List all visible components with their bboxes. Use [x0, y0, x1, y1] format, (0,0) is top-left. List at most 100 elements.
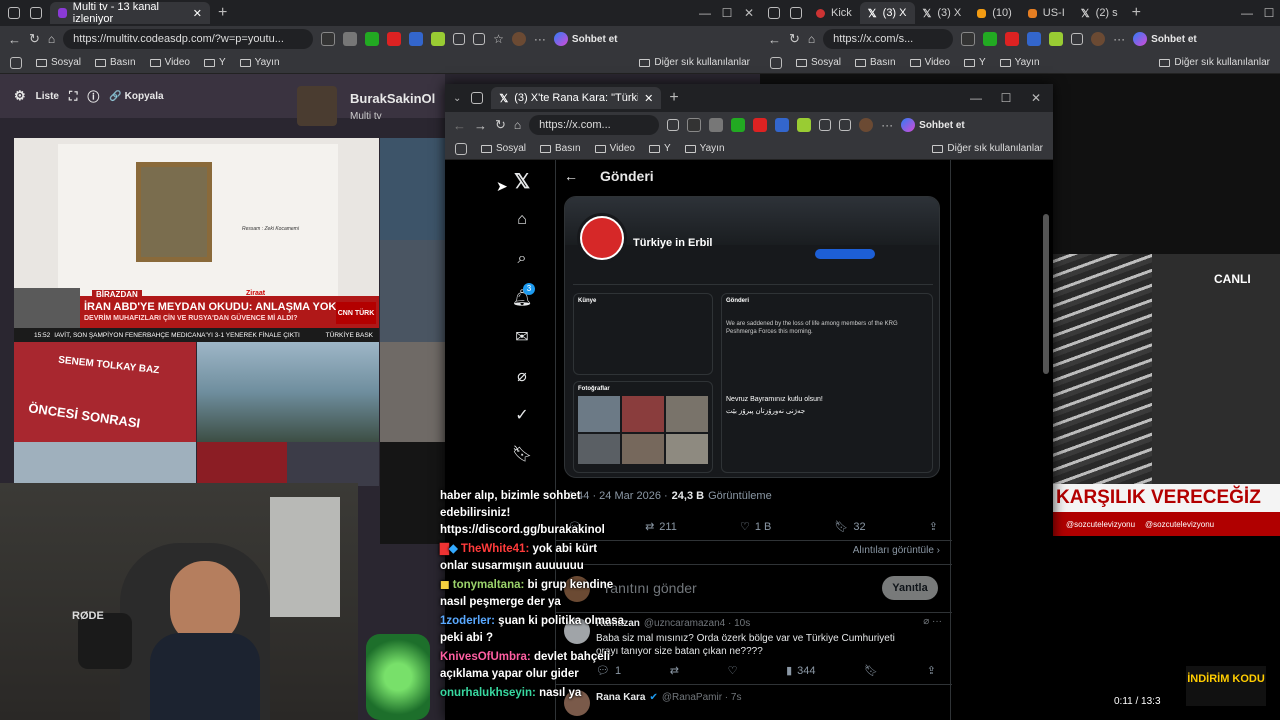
tab-list-icon[interactable]: ⌄ [453, 93, 461, 104]
workspaces-icon[interactable] [768, 7, 780, 19]
bookmark-folder[interactable]: Sosyal [796, 57, 841, 68]
new-tab-icon[interactable]: + [669, 89, 678, 107]
tv-tile-news[interactable] [380, 240, 445, 342]
view-quotes-link[interactable]: Alıntıları görüntüle › [853, 545, 940, 556]
extension-4-icon[interactable] [1027, 32, 1042, 46]
maximize-icon[interactable]: ☐ [995, 91, 1017, 105]
reply-button[interactable]: Yanıtla [882, 576, 938, 600]
tab-actions-icon[interactable] [30, 7, 42, 19]
back-icon[interactable]: ← [768, 32, 781, 47]
home-icon[interactable]: ⌂ [48, 32, 55, 46]
maximize-icon[interactable]: ☐ [1258, 6, 1280, 20]
copilot-button[interactable]: Sohbet et [553, 32, 617, 46]
forward-icon[interactable]: → [474, 118, 487, 133]
home-icon[interactable]: ⌂ [514, 118, 521, 132]
tab-x-2[interactable]: 𝕏 (3) X [915, 2, 970, 24]
profile-avatar[interactable] [1091, 32, 1106, 46]
tv-tile-interview[interactable] [287, 442, 379, 486]
views-action[interactable]: ▮ 344 [786, 664, 815, 678]
search-nav-icon[interactable]: ⌕ [511, 248, 533, 270]
reload-icon[interactable]: ↻ [495, 117, 506, 133]
sozcu-video[interactable]: CANLI KARŞILIK VERECEĞİZ @sozcutelevizyo… [1052, 254, 1280, 720]
extension-4-icon[interactable] [387, 32, 402, 46]
extension-5-icon[interactable] [409, 32, 424, 46]
copilot-button[interactable]: Sohbet et [901, 118, 965, 132]
copilot-button[interactable]: Sohbet et [1133, 32, 1197, 46]
back-icon[interactable]: ← [453, 118, 466, 133]
tv-tile-ntv[interactable] [380, 138, 445, 240]
bookmark-folder[interactable]: Yayın [999, 57, 1040, 68]
share-action[interactable]: ⇪ [929, 520, 938, 533]
chat-username[interactable]: tonymaltana: [453, 579, 525, 591]
bookmarks-menu-icon[interactable] [770, 56, 782, 69]
tab-actions-icon[interactable] [790, 7, 802, 19]
profile-avatar[interactable] [511, 32, 526, 46]
bookmark-action[interactable]: 🔖︎ 32 [834, 520, 865, 534]
verified-nav-icon[interactable]: ✓ [511, 404, 533, 426]
tab-multitv[interactable]: Multi tv - 13 kanal izleniyor ✕ [50, 1, 210, 25]
post-image[interactable]: Türkiye in Erbil Künye Gönderi We are sa… [564, 196, 940, 478]
bookmark-folder[interactable]: Y [964, 57, 986, 68]
share-action[interactable]: ⇪ [927, 664, 936, 677]
bookmark-folder[interactable]: Yayın [239, 57, 280, 68]
bookmark-folder[interactable]: Sosyal [36, 57, 81, 68]
tab-x-3[interactable]: 𝕏 (2) s [1073, 2, 1126, 24]
tv-tile-program[interactable]: SENEM TOLKAY BAZ ÖNCESİ SONRASI [14, 342, 196, 442]
x-scrollbar[interactable] [1043, 214, 1049, 374]
extension-6-icon[interactable] [431, 32, 446, 46]
minimize-icon[interactable]: — [694, 6, 716, 20]
address-bar[interactable]: https://multitv.codeasdp.com/?w=p=youtu.… [63, 29, 314, 49]
settings-icon[interactable]: ⚙ [14, 88, 26, 104]
read-mode-icon[interactable] [667, 119, 680, 131]
bookmark-folder[interactable]: Sosyal [481, 143, 526, 154]
workspaces-icon[interactable] [471, 92, 484, 104]
extension-3-icon[interactable] [365, 32, 380, 46]
extension-4-icon[interactable] [753, 118, 768, 132]
close-window-icon[interactable]: ✕ [1025, 91, 1047, 105]
chat-username[interactable]: KnivesOfUmbra: [440, 651, 531, 663]
fullscreen-icon[interactable]: ⛶ [69, 89, 77, 104]
minimize-icon[interactable]: — [965, 91, 987, 105]
reply-more-icon[interactable]: ⌀ ··· [923, 616, 942, 627]
more-icon[interactable]: ··· [534, 32, 546, 46]
list-button[interactable]: Liste [36, 91, 59, 102]
chat-username[interactable]: TheWhite41: [461, 543, 529, 555]
extensions-icon[interactable] [1071, 33, 1084, 45]
bookmark-folder[interactable]: Video [149, 57, 190, 68]
tv-tile-bloomberg[interactable] [197, 442, 287, 486]
favorites-icon[interactable]: ☆ [493, 32, 504, 46]
extension-2-icon[interactable] [709, 118, 724, 132]
maximize-icon[interactable]: ☐ [716, 6, 738, 20]
tv-tile-livecams[interactable] [197, 342, 379, 442]
bookmarks-menu-icon[interactable] [10, 56, 22, 69]
tv-tile-cnn[interactable]: Ressam : Zeki Kocamemi Ziraat BİRAZDAN İ… [14, 138, 379, 342]
bookmark-folder[interactable]: Y [649, 143, 671, 154]
like-action[interactable]: ♡ 1 B [740, 520, 771, 534]
new-tab-icon[interactable]: + [1132, 4, 1141, 22]
new-tab-icon[interactable]: + [218, 4, 227, 22]
extension-6-icon[interactable] [797, 118, 812, 132]
info-icon[interactable]: ⓘ [87, 88, 99, 105]
grok-nav-icon[interactable]: ⌀ [511, 365, 533, 387]
tv-tile-city[interactable] [380, 342, 445, 442]
tv-tile-space[interactable] [380, 442, 445, 544]
bookmark-folder[interactable]: Video [594, 143, 635, 154]
close-tab-icon[interactable]: ✕ [644, 92, 653, 105]
bookmark-folder[interactable]: Video [909, 57, 950, 68]
messages-nav-icon[interactable]: ✉ [511, 326, 533, 348]
chat-username[interactable]: onurhalukhseyin: [440, 687, 536, 699]
extension-1-icon[interactable] [321, 32, 336, 46]
back-arrow-icon[interactable]: ← [564, 168, 578, 184]
minimize-icon[interactable]: — [1236, 6, 1258, 20]
home-icon[interactable]: ⌂ [808, 32, 815, 46]
split-screen-icon[interactable] [473, 33, 486, 45]
bookmark-folder[interactable]: Basın [855, 57, 896, 68]
retweet-action[interactable]: ⇄ 211 [645, 520, 677, 534]
tab-us[interactable]: US-I [1020, 2, 1073, 24]
tab-x-1[interactable]: 𝕏 (3) X [859, 2, 915, 24]
more-icon[interactable]: ··· [1113, 32, 1125, 46]
other-bookmarks[interactable]: Diğer sık kullanılanlar [1159, 57, 1270, 68]
extension-5-icon[interactable] [1049, 32, 1064, 46]
extension-3-icon[interactable] [731, 118, 746, 132]
home-nav-icon[interactable]: ⌂ [511, 209, 533, 231]
